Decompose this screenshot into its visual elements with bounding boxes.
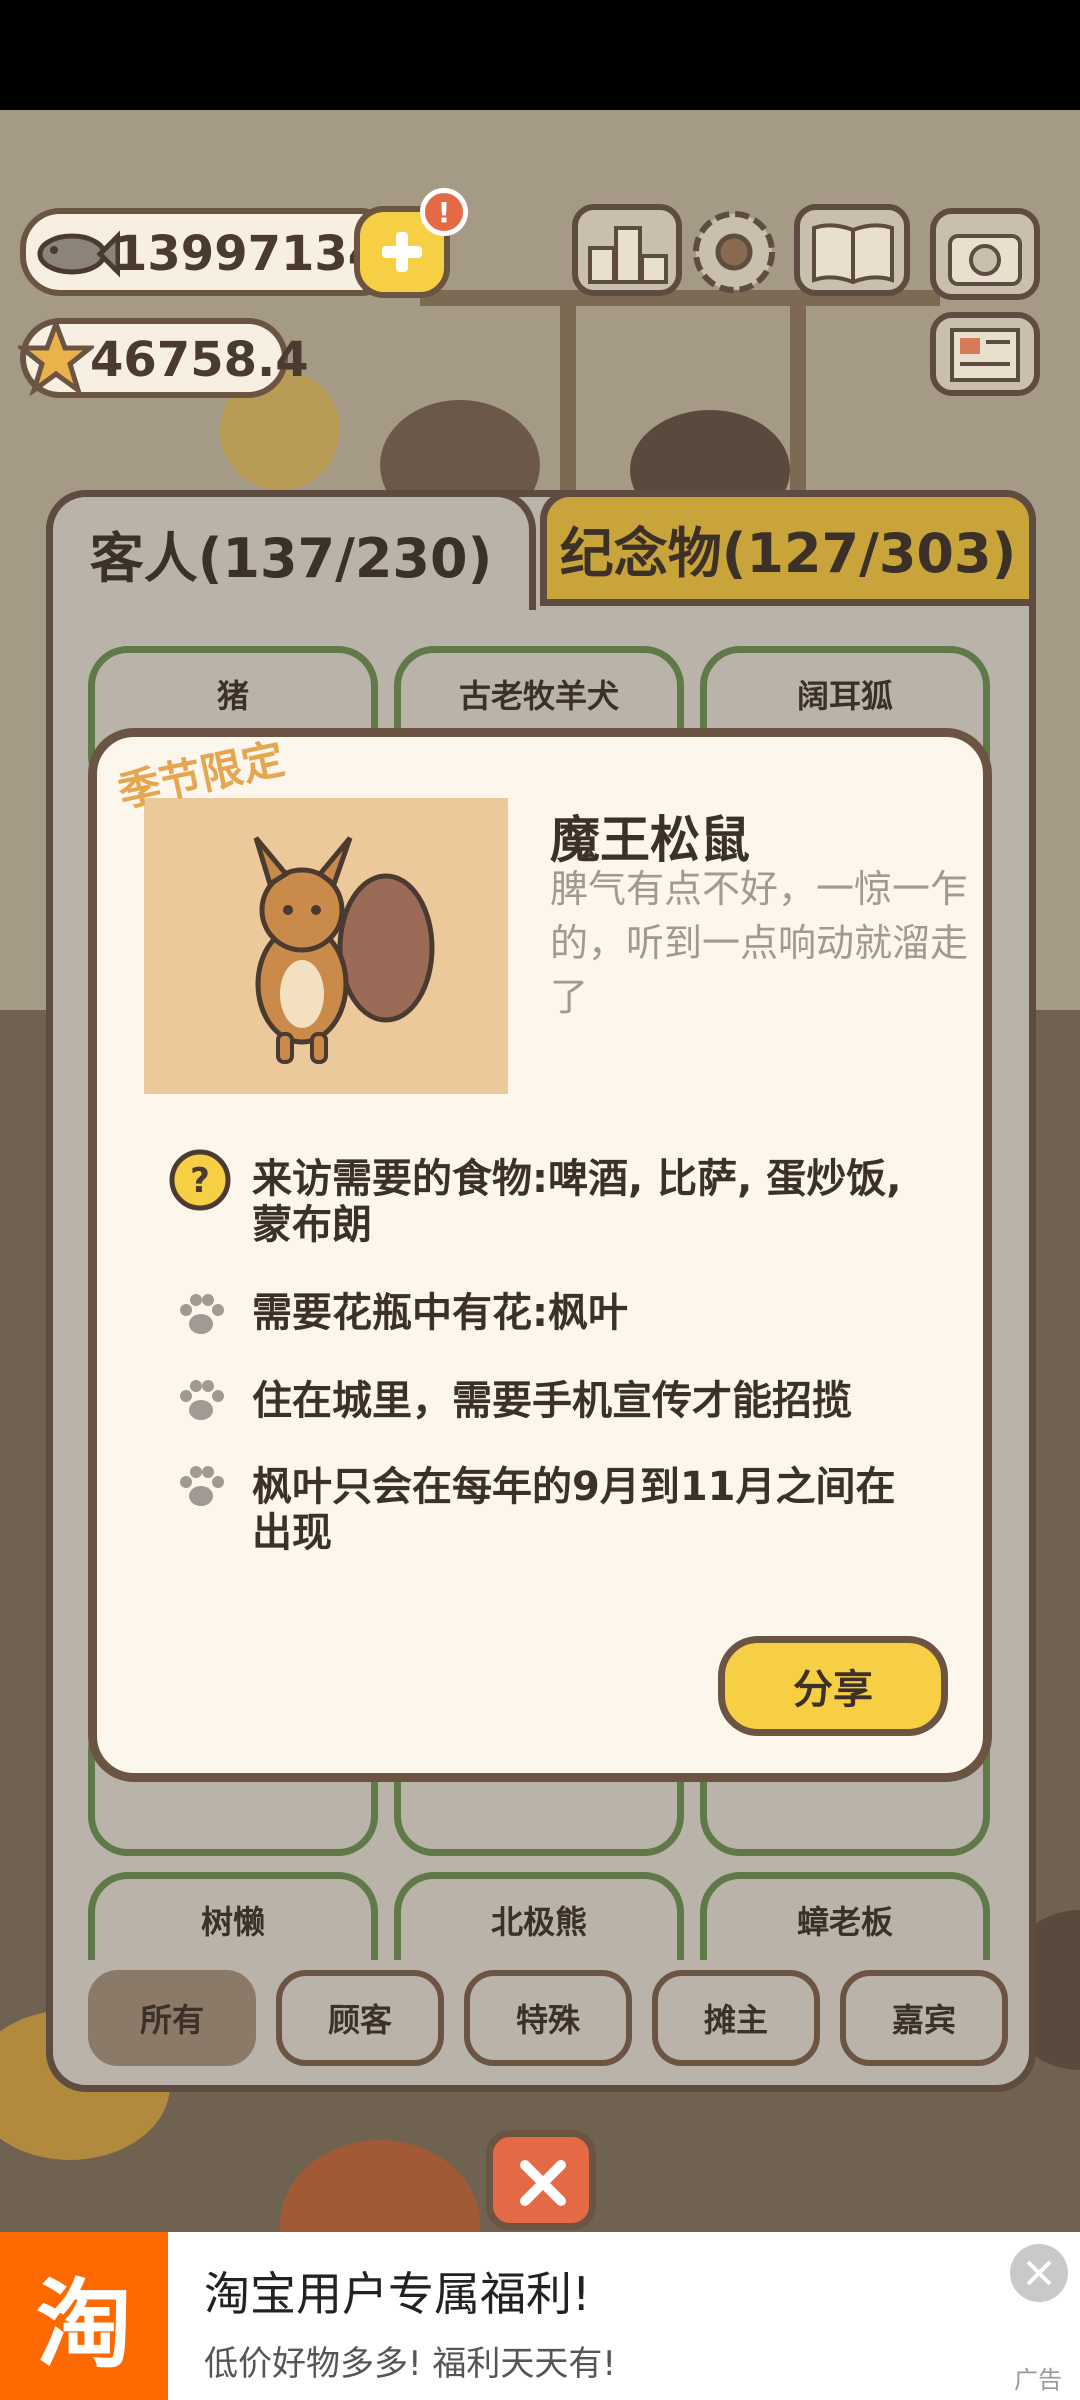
filter-guests[interactable]: 嘉宾 (840, 1970, 1008, 2066)
tab-guests[interactable]: 客人(137/230) (46, 490, 536, 610)
requirement-season: 枫叶只会在每年的9月到11月之间在出现 (252, 1464, 896, 1556)
guest-card[interactable]: 蟑老板 (700, 1872, 990, 1960)
ranking-button[interactable] (572, 204, 682, 296)
guest-name: 阔耳狐 (796, 677, 893, 715)
taobao-logo: 淘 (0, 2232, 168, 2400)
filter-customers[interactable]: 顾客 (276, 1970, 444, 2066)
paw-icon (180, 1466, 224, 1506)
star-currency: 46758.4 (18, 318, 309, 398)
ad-banner[interactable]: 淘 淘宝用户专属福利! 低价好物多多! 福利天天有! (0, 2232, 1080, 2400)
close-button[interactable] (486, 2130, 596, 2230)
ad-close-button[interactable] (1010, 2244, 1068, 2302)
svg-text:?: ? (190, 1161, 210, 1201)
guest-card[interactable]: 树懒 (88, 1872, 378, 1960)
guest-card[interactable]: 北极熊 (394, 1872, 684, 1960)
guest-name: 北极熊 (490, 1903, 587, 1941)
creature-portrait (144, 798, 508, 1094)
close-icon (520, 2160, 566, 2206)
guestbook-button[interactable] (794, 204, 910, 296)
star-icon (18, 320, 94, 396)
gear-icon (693, 211, 775, 293)
question-icon: ? (169, 1149, 231, 1211)
grid-row-clip: 树懒 北极熊 蟑老板 (80, 1866, 1000, 1960)
filter-vendors[interactable]: 摊主 (652, 1970, 820, 2066)
ad-subtitle: 低价好物多多! 福利天天有! (204, 2344, 617, 2384)
fish-icon (37, 230, 120, 278)
alert-badge: ! (420, 188, 468, 236)
tab-guests-label: 客人(137/230) (89, 527, 493, 590)
plus-icon (382, 232, 422, 272)
ad-title: 淘宝用户专属福利! (204, 2267, 591, 2321)
book-icon (812, 223, 894, 284)
creature-description: 脾气有点不好，一惊一乍的，听到一点响动就溜走了 (550, 867, 969, 1019)
fish-currency: 13997134 (20, 208, 400, 296)
filter-special[interactable]: 特殊 (464, 1970, 632, 2066)
paw-icon (180, 1380, 224, 1420)
ad-label: 广告 (1014, 2366, 1062, 2394)
requirement-flower: 需要花瓶中有花:枫叶 (252, 1290, 628, 1336)
share-button[interactable]: 分享 (718, 1636, 948, 1736)
settings-button[interactable] (684, 204, 784, 300)
star-count: 46758.4 (90, 332, 309, 388)
fish-count: 13997134 (114, 226, 382, 282)
podium-icon (588, 226, 668, 284)
guest-name: 猪 (216, 677, 249, 715)
paw-icon (180, 1294, 224, 1334)
filter-all[interactable]: 所有 (88, 1970, 256, 2066)
newspaper-button[interactable] (930, 312, 1040, 396)
requirement-city: 住在城里，需要手机宣传才能招揽 (252, 1378, 852, 1424)
newspaper-icon (950, 328, 1020, 382)
camera-icon (948, 234, 1022, 286)
requirement-food: 来访需要的食物:啤酒, 比萨, 蛋炒饭, 蒙布朗 (252, 1156, 902, 1248)
guest-name: 古老牧羊犬 (458, 677, 619, 715)
camera-button[interactable] (930, 208, 1040, 300)
close-icon (1026, 2260, 1052, 2286)
tab-souvenirs[interactable]: 纪念物(127/303) (540, 490, 1036, 606)
guest-name: 树懒 (200, 1903, 265, 1941)
guest-name: 蟑老板 (796, 1903, 893, 1941)
status-bar (0, 0, 1080, 110)
tab-souvenirs-label: 纪念物(127/303) (559, 521, 1017, 585)
squirrel-illustration (253, 836, 435, 1064)
